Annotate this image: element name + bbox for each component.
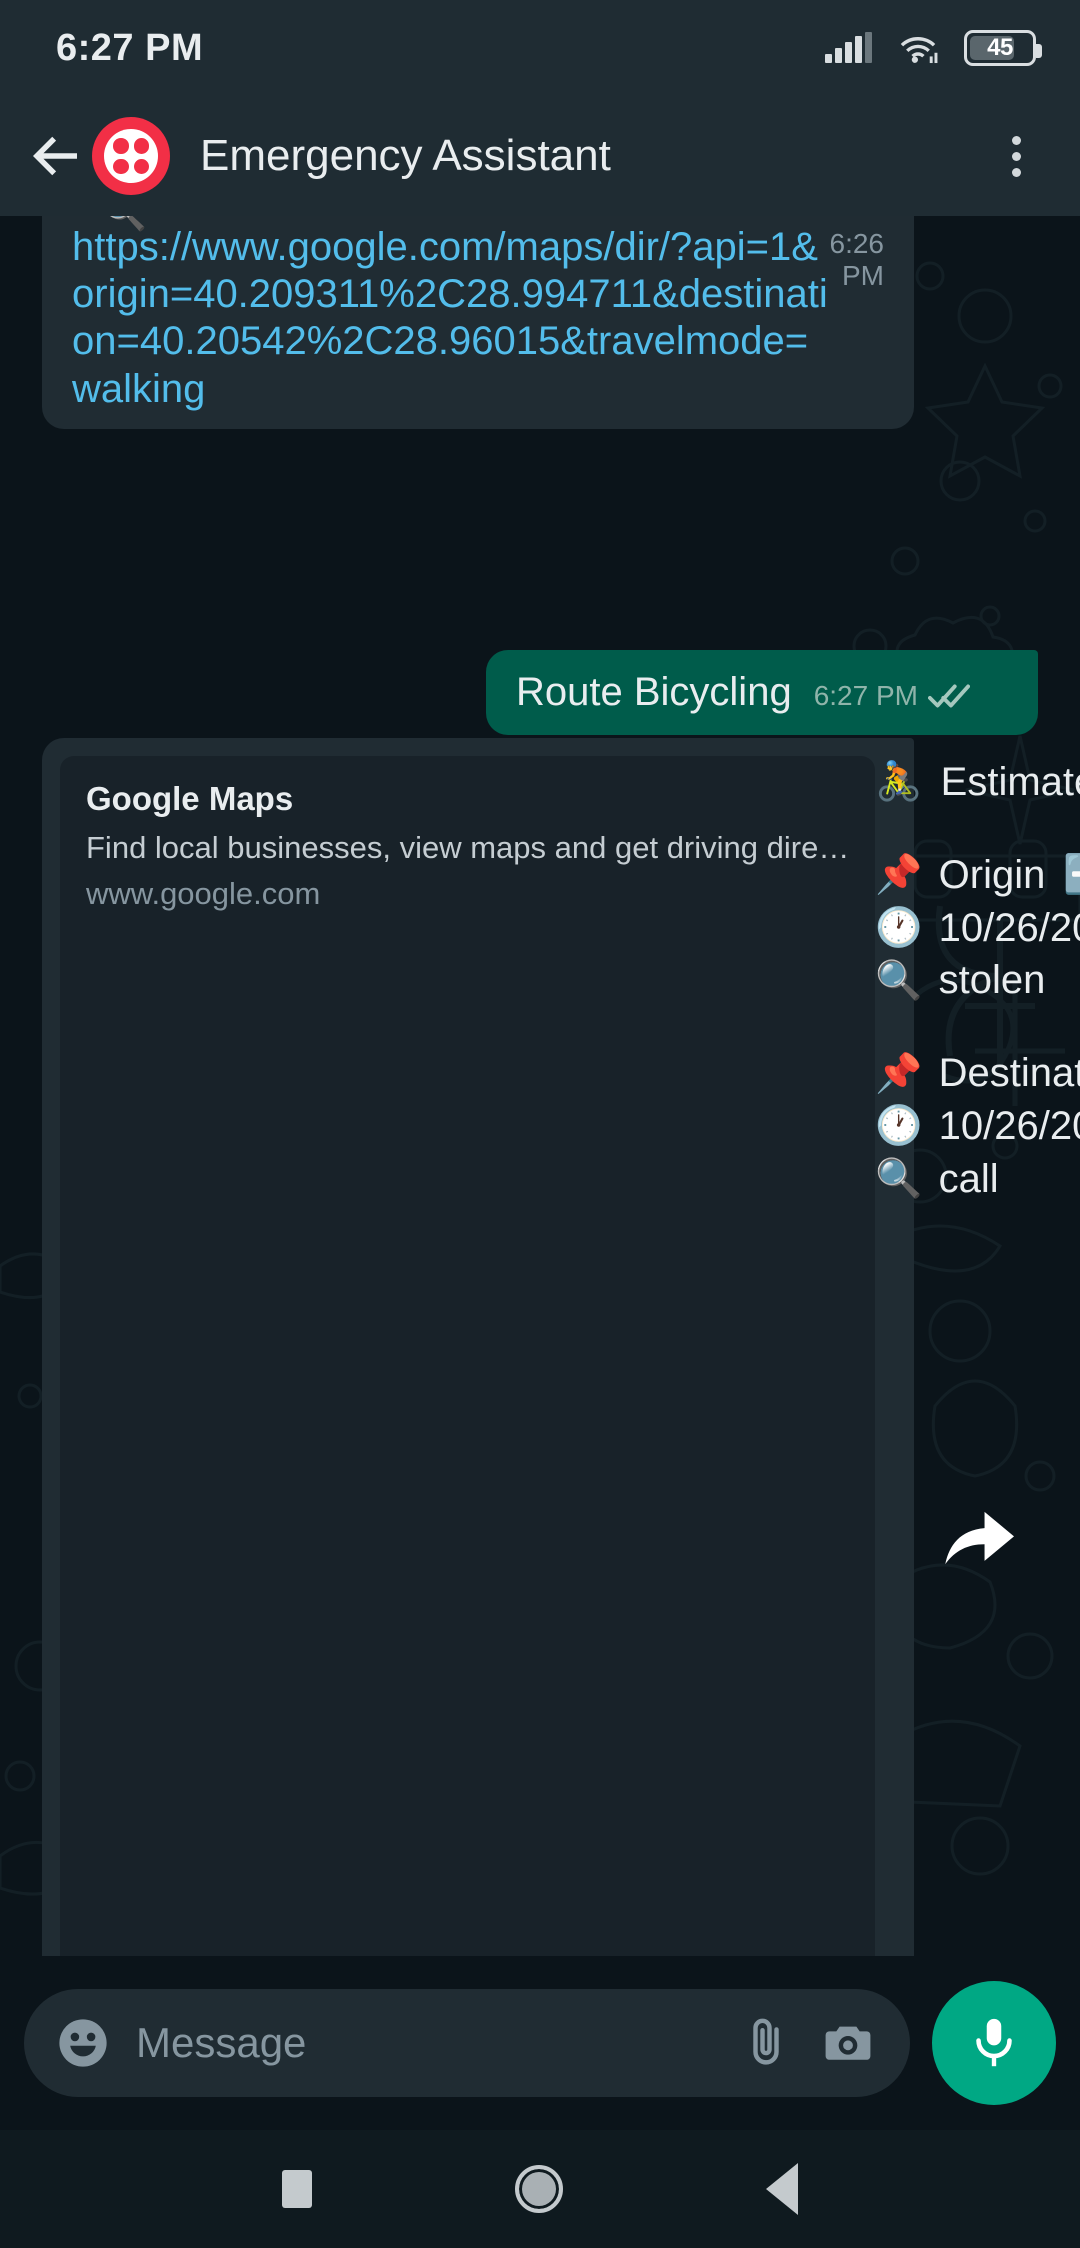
message-meta: 6:27 PM — [814, 680, 970, 712]
cellular-signal-icon — [825, 33, 872, 63]
heading-label: Estimated Bicycling Path: — [941, 756, 1080, 809]
message-input-container[interactable]: Message — [24, 1989, 910, 2097]
back-arrow-icon[interactable] — [22, 123, 88, 189]
emoji-icon[interactable] — [56, 2016, 110, 2070]
double-check-read-icon — [928, 682, 970, 710]
microphone-icon — [965, 2014, 1023, 2072]
camera-icon[interactable] — [820, 2015, 876, 2071]
destination-label: Destination — [939, 1047, 1080, 1100]
map-link-walking[interactable]: https://www.google.com/maps/dir/?api=1&o… — [72, 224, 830, 413]
home-circle-icon[interactable] — [515, 2165, 563, 2213]
link-preview-description: Find local businesses, view maps and get… — [86, 830, 849, 866]
battery-percent: 45 — [987, 34, 1013, 62]
message-timestamp: 6:26 PM — [830, 228, 885, 413]
right-arrow-icon: ➡️ — [1063, 856, 1080, 894]
link-preview-title: Google Maps — [86, 780, 849, 818]
cyclist-icon: 🚴 — [875, 763, 922, 801]
battery-icon: 45 — [964, 30, 1036, 66]
destination-row: 📌 Destination ➡️ — [875, 1047, 1080, 1100]
page-title[interactable]: Emergency Assistant — [200, 131, 988, 181]
magnifier-icon: 🔍 — [875, 1160, 922, 1198]
recents-square-icon[interactable] — [282, 2170, 312, 2208]
clipped-emoji: 🔍 — [102, 216, 147, 238]
clock-icon: 🕐 — [875, 1107, 922, 1145]
voice-record-button[interactable] — [932, 1981, 1056, 2105]
search-input[interactable]: Message — [136, 2019, 712, 2067]
origin-keyword: stolen — [939, 954, 1046, 1007]
message-composer: Message — [0, 1956, 1080, 2130]
destination-keyword: call — [939, 1153, 999, 1206]
android-navigation-bar — [0, 2130, 1080, 2248]
origin-label: Origin — [939, 849, 1046, 902]
chat-header: Emergency Assistant — [0, 96, 1080, 216]
link-preview-card[interactable]: Google Maps Find local businesses, view … — [60, 756, 875, 1956]
message-text: Route Bicycling — [516, 670, 792, 715]
pin-icon: 📌 — [875, 1055, 922, 1093]
message-timestamp: 6:27 PM — [814, 680, 918, 712]
twilio-avatar-icon[interactable] — [92, 117, 170, 195]
forward-arrow-icon[interactable] — [938, 1502, 1018, 1574]
destination-timestamp: 10/26/2023_06:03:48 — [939, 1100, 1080, 1153]
link-preview-url: www.google.com — [86, 876, 849, 912]
message-body: 🚴 Estimated Bicycling Path: 📌 Origin ➡️ … — [875, 756, 1080, 1956]
status-bar: 6:27 PM 45 — [0, 0, 1080, 96]
chat-message-list[interactable]: 🔍 https://www.google.com/maps/dir/?api=1… — [0, 216, 1080, 1956]
origin-timestamp: 10/26/2023_06:03:16 — [939, 902, 1080, 955]
pin-icon: 📌 — [875, 856, 922, 894]
overflow-menu-icon[interactable] — [988, 128, 1044, 184]
destination-time-row: 🕐 10/26/2023_06:03:48 — [875, 1100, 1080, 1153]
message-bubble-incoming-bicycling[interactable]: Google Maps Find local businesses, view … — [42, 738, 914, 1956]
destination-keyword-row: 🔍 call — [875, 1153, 1080, 1206]
message-bubble-outgoing-route[interactable]: Route Bicycling 6:27 PM — [486, 650, 1038, 735]
message-bubble-incoming-walking[interactable]: 🔍 https://www.google.com/maps/dir/?api=1… — [42, 216, 914, 429]
wifi-icon — [896, 31, 940, 65]
clock-icon: 🕐 — [875, 909, 922, 947]
back-triangle-icon[interactable] — [766, 2163, 798, 2215]
origin-row: 📌 Origin ➡️ — [875, 849, 1080, 902]
origin-keyword-row: 🔍 stolen — [875, 954, 1080, 1007]
origin-time-row: 🕐 10/26/2023_06:03:16 — [875, 902, 1080, 955]
paperclip-attach-icon[interactable] — [738, 2015, 794, 2071]
status-bar-clock: 6:27 PM — [56, 27, 203, 70]
magnifier-icon: 🔍 — [875, 962, 922, 1000]
bicycling-path-heading: 🚴 Estimated Bicycling Path: — [875, 756, 1080, 809]
status-bar-icons: 45 — [825, 30, 1036, 66]
